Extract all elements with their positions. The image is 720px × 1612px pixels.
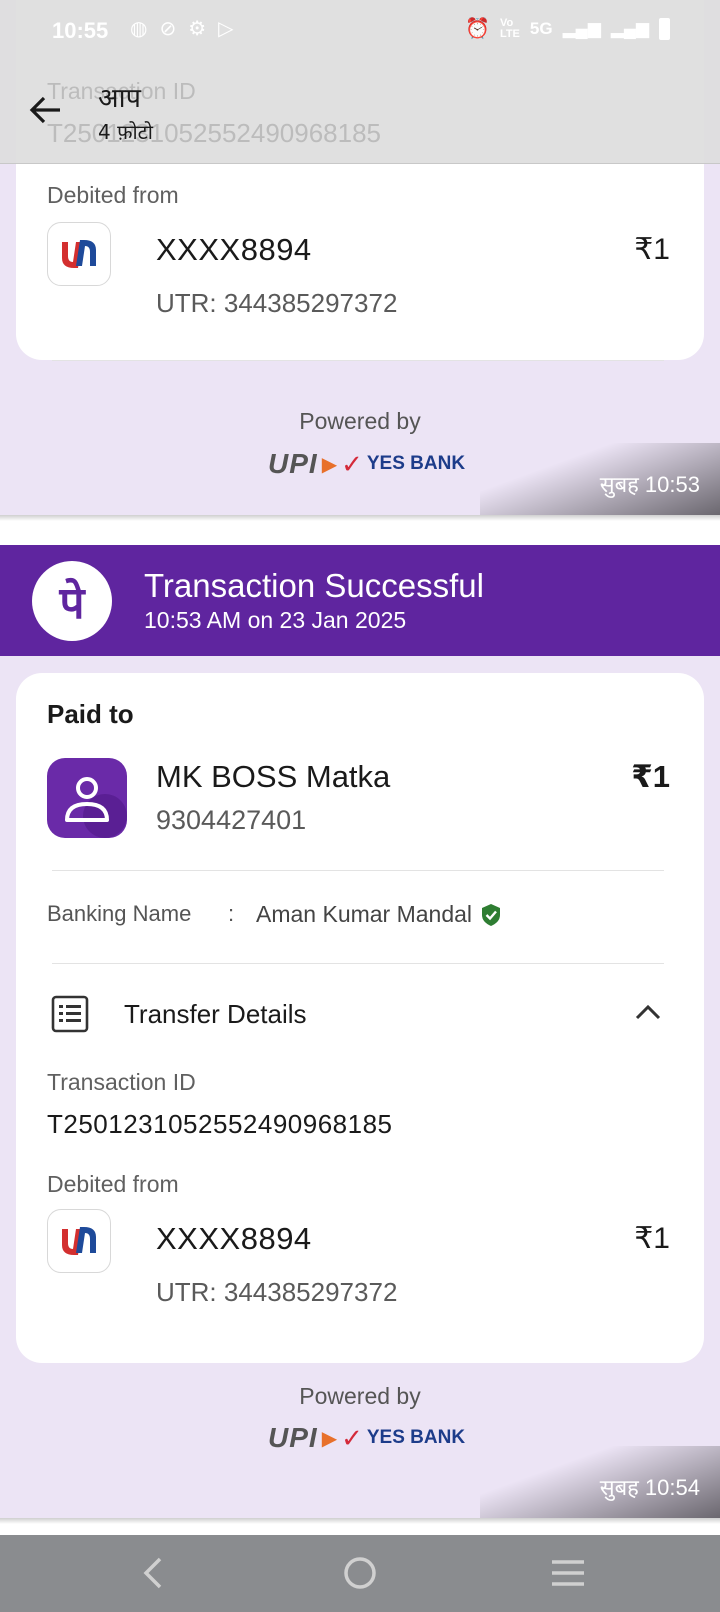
upi-logo-text: UPI — [268, 448, 318, 479]
signal-icon-2: ▂▄▆ — [610, 18, 649, 38]
debit-amount: ₹1 — [634, 233, 670, 266]
upi-arrow-icon: ▶ — [321, 453, 338, 476]
upi-logo-text: UPI — [268, 1422, 318, 1453]
battery-icon — [659, 17, 670, 40]
upi-yesbank-logo: UPI ▶ ✓ YES BANK — [268, 1422, 465, 1454]
compass-icon: ⊘ — [159, 18, 177, 40]
powered-by-label: Powered by — [299, 1383, 421, 1409]
upi-arrow-icon: ▶ — [321, 1427, 338, 1450]
transfer-details-label: Transfer Details — [124, 999, 307, 1029]
paid-amount: ₹1 — [631, 759, 670, 794]
transaction-success-banner: पे Transaction Successful 10:53 AM on 23… — [0, 545, 720, 656]
divider — [0, 1518, 720, 1524]
system-nav-bar — [0, 1535, 720, 1612]
verified-shield-icon — [482, 903, 501, 926]
banking-name-value-wrap: Aman Kumar Mandal — [256, 901, 502, 928]
network-type: 5G — [529, 18, 553, 38]
yes-bank-text: YES BANK — [366, 1427, 466, 1448]
divider — [52, 963, 664, 964]
utr-number: UTR: 344385297372 — [156, 288, 398, 318]
debit-account-number: XXXX8894 — [156, 232, 312, 267]
timestamp-text: सुबह 10:53 — [599, 472, 700, 497]
union-bank-icon — [47, 222, 111, 286]
utr-number: UTR: 344385297372 — [156, 1277, 398, 1307]
nav-menu-icon[interactable] — [548, 1553, 588, 1593]
receipt-card-2: Paid to MK BOSS Matka 9304427401 ₹1 Bank… — [16, 673, 704, 1363]
payee-name: MK BOSS Matka — [156, 759, 391, 794]
debited-from-label: Debited from — [47, 182, 179, 208]
phonepe-logo: पे — [32, 561, 112, 641]
alarm-icon: ⏰ — [465, 18, 490, 40]
chevron-up-icon — [635, 1004, 661, 1020]
transaction-id-value[interactable]: T2501231052552490968185 — [47, 1109, 393, 1140]
yes-bank-text: YES BANK — [366, 453, 466, 474]
debited-from-label: Debited from — [47, 1171, 179, 1197]
transfer-details-toggle[interactable]: Transfer Details — [16, 983, 704, 1047]
yes-bank-tick-icon: ✓ — [341, 448, 363, 479]
powered-by-label: Powered by — [299, 408, 421, 434]
app-header: Transaction ID T2501231052552490968185 1… — [0, 0, 720, 164]
divider — [0, 515, 720, 521]
signal-icon: ▂▄▆ — [562, 18, 601, 38]
lte-icon: Vo LTE — [499, 16, 520, 40]
user-icon — [65, 777, 127, 838]
divider — [52, 360, 664, 361]
banner-title: Transaction Successful — [144, 567, 484, 604]
message-timestamp: सुबह 10:53 — [480, 443, 720, 515]
banking-name-separator: : — [228, 901, 235, 926]
banking-name-label: Banking Name — [47, 901, 192, 926]
divider — [52, 870, 664, 871]
nav-back-icon[interactable] — [134, 1553, 174, 1593]
payee-phone: 9304427401 — [156, 805, 307, 835]
chat-subtitle: 4 फ़ोटो — [98, 120, 153, 144]
paid-to-label: Paid to — [47, 699, 134, 729]
status-icons-right: ⏰ Vo LTE 5G ▂▄▆ ▂▄▆ — [465, 16, 670, 41]
message-timestamp: सुबह 10:54 — [480, 1446, 720, 1518]
timestamp-text: सुबह 10:54 — [599, 1475, 700, 1500]
yes-bank-tick-icon: ✓ — [341, 1422, 363, 1453]
chat-page: Debited from XXXX8894 ₹1 UTR: 3443852973… — [0, 0, 720, 1612]
upi-yesbank-logo: UPI ▶ ✓ YES BANK — [268, 448, 465, 480]
debit-amount: ₹1 — [634, 1222, 670, 1255]
chat-title[interactable]: आप — [98, 78, 141, 115]
payee-avatar — [47, 758, 127, 838]
message-receipt-2[interactable]: पे Transaction Successful 10:53 AM on 23… — [0, 545, 720, 1518]
banking-name-value: Aman Kumar Mandal — [256, 901, 473, 927]
union-bank-icon — [47, 1209, 111, 1273]
play-icon: ▷ — [218, 18, 234, 40]
receipt-list-icon — [51, 995, 89, 1033]
transaction-id-label: Transaction ID — [47, 1069, 196, 1095]
banner-subtitle: 10:53 AM on 23 Jan 2025 — [144, 607, 407, 633]
back-arrow-icon[interactable] — [28, 92, 64, 128]
status-icons-left: ◍ ⊘ ⚙ ▷ — [130, 16, 234, 41]
ms-icon: ◍ — [130, 18, 148, 40]
status-time: 10:55 — [52, 18, 109, 43]
nav-home-icon[interactable] — [340, 1553, 380, 1593]
debit-account-number: XXXX8894 — [156, 1221, 312, 1256]
gear-icon: ⚙ — [188, 18, 207, 40]
